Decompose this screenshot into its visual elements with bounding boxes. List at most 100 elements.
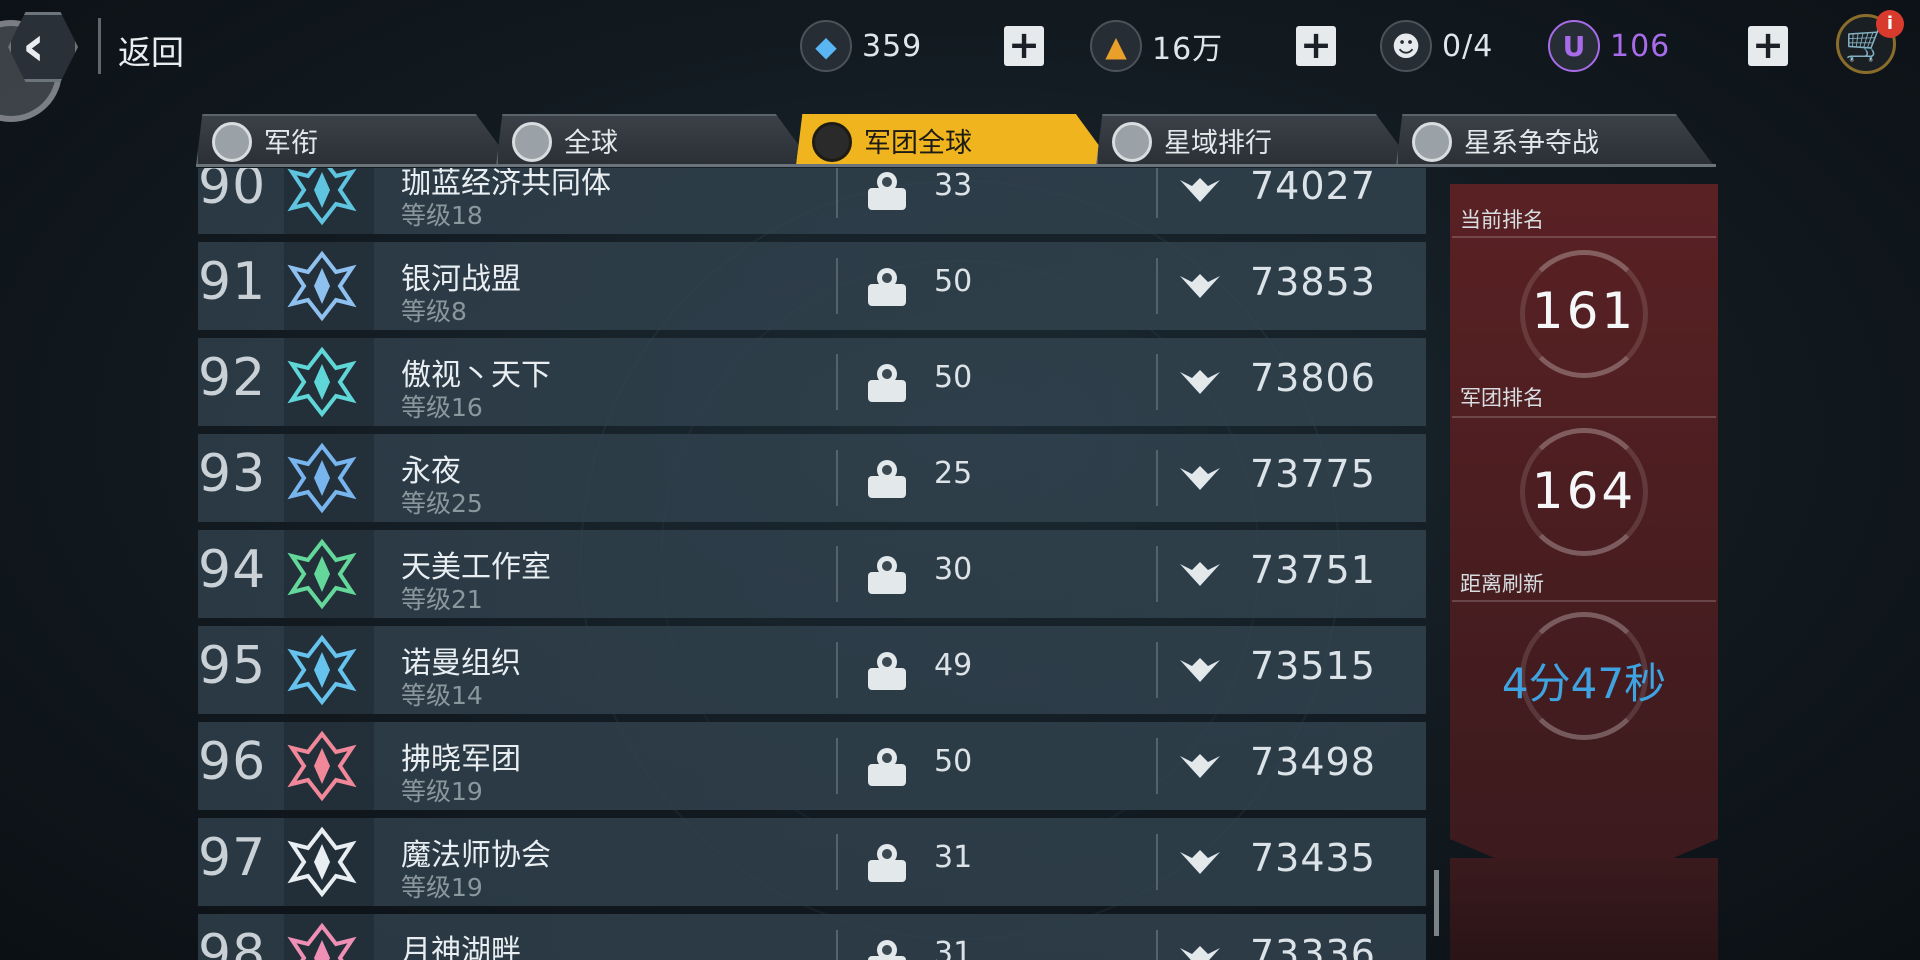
globe-icon [512,122,552,162]
u-points-resource: U 106 [1548,18,1670,74]
tab-rank[interactable]: 军衔 [196,114,514,166]
column-divider [836,354,838,410]
legion-name: 月神湖畔 [401,934,521,960]
column-divider [1156,546,1158,602]
tab-galaxy-war[interactable]: 星系争夺战 [1396,114,1714,166]
member-count: 31 [934,936,973,960]
back-label[interactable]: 返回 [118,26,184,74]
rank-number: 92 [198,348,267,408]
rank-number: 97 [198,828,267,888]
wings-icon [1180,178,1220,202]
legion-score: 73498 [1250,740,1376,784]
member-count: 31 [934,840,973,875]
divider [1452,236,1716,238]
tab-label: 军团全球 [864,127,972,159]
members-icon [868,748,906,786]
table-row[interactable]: 98 月神湖畔 31 73336 [198,914,1426,960]
add-u-points-button[interactable]: + [1748,26,1788,66]
wings-icon [1180,946,1220,960]
tab-legion-global[interactable]: 军团全球 [796,114,1114,166]
u-coin-icon: U [1548,20,1600,72]
legion-level: 等级8 [401,297,467,326]
tab-label: 军衔 [264,127,318,159]
divider [1452,600,1716,602]
column-divider [836,930,838,960]
table-row[interactable]: 90 珈蓝经济共同体 等级18 33 74027 [198,168,1426,234]
rank-number: 95 [198,636,267,696]
add-crystal-button[interactable]: + [1004,26,1044,66]
add-gold-button[interactable]: + [1296,26,1336,66]
member-count: 50 [934,744,973,779]
gold-bar-icon: ▲ [1090,20,1142,72]
legion-level: 等级25 [401,489,483,518]
column-divider [1156,450,1158,506]
wings-icon [1180,850,1220,874]
legion-emblem-icon [287,442,357,514]
column-divider [836,738,838,794]
tab-star-domain[interactable]: 星域排行 [1096,114,1414,166]
current-rank-value: 161 [1531,282,1637,340]
legion-level: 等级19 [401,873,483,902]
legion-level: 等级18 [401,201,483,230]
members-icon [868,268,906,306]
energy-value: 0/4 [1442,28,1494,64]
member-count: 50 [934,360,973,395]
legion-emblem-icon [287,168,357,226]
column-divider [1156,834,1158,890]
legion-score: 73515 [1250,644,1376,688]
wings-icon [1180,658,1220,682]
member-count: 33 [934,168,973,203]
table-row[interactable]: 91 银河战盟 等级8 50 73853 [198,242,1426,330]
members-icon [868,364,906,402]
tab-global[interactable]: 全球 [496,114,814,166]
column-divider [1156,168,1158,218]
table-row[interactable]: 96 拂晓军团 等级19 50 73498 [198,722,1426,810]
tab-underline [196,164,1716,167]
legion-score: 73751 [1250,548,1376,592]
rank-number: 98 [198,924,267,960]
column-divider [836,642,838,698]
member-count: 25 [934,456,973,491]
back-button[interactable]: ‹ [0,0,86,122]
list-scrollbar[interactable] [1434,870,1439,936]
energy-resource: ☻ 0/4 [1380,18,1493,74]
legion-score: 73336 [1250,932,1376,960]
tab-label: 星域排行 [1164,127,1272,159]
pilot-helmet-icon: ☻ [1380,20,1432,72]
legion-emblem-icon [287,730,357,802]
table-row[interactable]: 94 天美工作室 等级21 30 73751 [198,530,1426,618]
current-rank-label: 当前排名 [1460,208,1544,232]
rank-number: 94 [198,540,267,600]
rank-number: 91 [198,252,267,312]
tab-label: 星系争夺战 [1464,127,1599,159]
column-divider [836,258,838,314]
panel-tail [1450,858,1718,960]
wings-icon [1180,754,1220,778]
legion-score: 73775 [1250,452,1376,496]
legion-score: 74027 [1250,168,1376,208]
gold-value: 16万 [1152,32,1224,67]
divider [98,18,101,74]
column-divider [1156,258,1158,314]
column-divider [1156,738,1158,794]
column-divider [836,546,838,602]
legion-emblem-icon [287,826,357,898]
rank-number: 93 [198,444,267,504]
legion-score: 73435 [1250,836,1376,880]
members-icon [868,940,906,960]
notification-badge: i [1876,10,1904,38]
members-icon [868,652,906,690]
legion-level: 等级19 [401,777,483,806]
table-row[interactable]: 92 傲视丶天下 等级16 50 73806 [198,338,1426,426]
legion-emblem-icon [287,538,357,610]
column-divider [1156,642,1158,698]
ranking-tabs: 军衔 全球 军团全球 星域排行 星系争夺战 [196,114,1716,166]
table-row[interactable]: 95 诺曼组织 等级14 49 73515 [198,626,1426,714]
table-row[interactable]: 93 永夜 等级25 25 73775 [198,434,1426,522]
members-icon [868,844,906,882]
table-row[interactable]: 97 魔法师协会 等级19 31 73435 [198,818,1426,906]
members-icon [868,460,906,498]
legion-level: 等级14 [401,681,483,710]
column-divider [836,834,838,890]
legion-ranking-list[interactable]: 90 珈蓝经济共同体 等级18 33 74027 91 银河战盟 等级8 50 … [198,168,1426,960]
